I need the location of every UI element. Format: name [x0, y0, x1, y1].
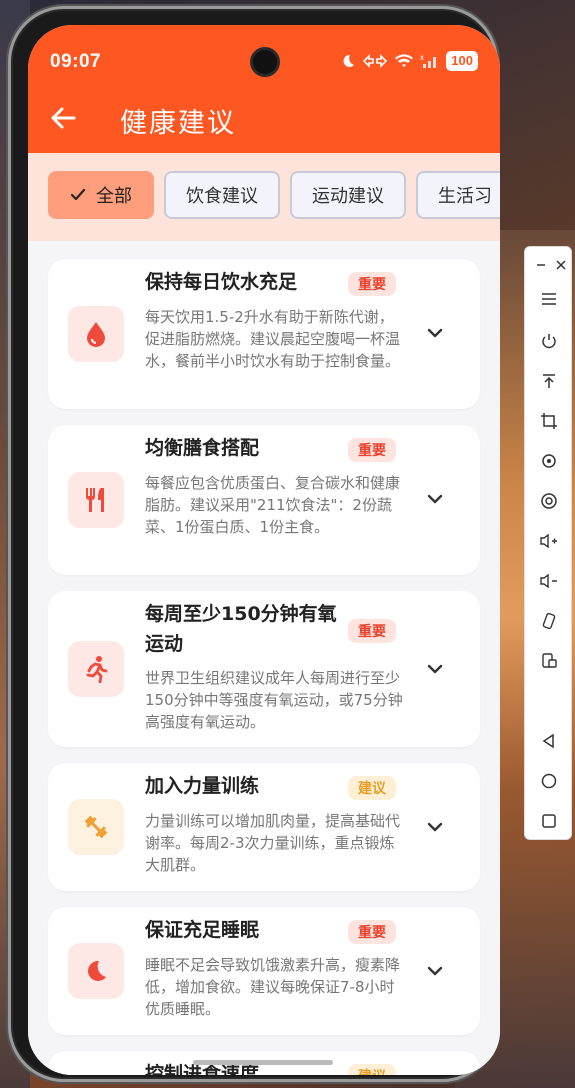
filter-tabs-bar: 全部 饮食建议 运动建议 生活习	[28, 153, 500, 241]
icon-box	[68, 641, 124, 697]
importance-badge: 建议	[348, 1064, 396, 1075]
volume-up-icon[interactable]	[537, 529, 561, 553]
importance-badge: 建议	[348, 776, 396, 800]
cell-signal-icon: x	[420, 53, 437, 68]
page-title: 健康建议	[120, 108, 236, 139]
overview-square-icon[interactable]	[537, 809, 561, 833]
importance-badge: 重要	[348, 920, 396, 944]
moon-icon	[88, 960, 106, 981]
icon-box	[68, 799, 124, 855]
card-description: 每餐应包含优质蛋白、复合碳水和健康脂肪。建议采用"211饮食法"：2份蔬菜、1份…	[145, 474, 401, 536]
data-arrows-icon	[363, 54, 388, 68]
card-description: 睡眠不足会导致饥饿激素升高，瘦素降低，增加食欲。建议每晚保证7-8小时优质睡眠。	[145, 956, 401, 1018]
app-header: 09:07 x 100 健康建议	[28, 25, 500, 153]
close-icon[interactable]	[549, 253, 573, 277]
advice-card-strength[interactable]: 加入力量训练 建议 力量训练可以增加肌肉量，提高基础代谢率。每周2-3次力量训练…	[48, 763, 480, 891]
card-title: 加入力量训练	[145, 775, 260, 797]
check-icon	[70, 188, 86, 201]
screenshot-icon[interactable]	[537, 649, 561, 673]
chevron-down-icon[interactable]	[424, 322, 446, 344]
icon-box	[68, 943, 124, 999]
back-triangle-icon[interactable]	[537, 729, 561, 753]
advice-card-balanced-diet[interactable]: 均衡膳食搭配 重要 每餐应包含优质蛋白、复合碳水和健康脂肪。建议采用"211饮食…	[48, 425, 480, 575]
power-icon[interactable]	[537, 329, 561, 353]
status-bar: 09:07 x 100	[28, 25, 500, 85]
crop-icon[interactable]	[537, 409, 561, 433]
volume-down-icon[interactable]	[537, 569, 561, 593]
card-title: 保证充足睡眠	[145, 919, 260, 941]
icon-box	[68, 472, 124, 528]
svg-text:x: x	[420, 53, 424, 62]
battery-indicator: 100	[446, 51, 478, 71]
card-description: 每天饮用1.5-2升水有助于新陈代谢，促进脂肪燃烧。建议晨起空腹喝一杯温水，餐前…	[145, 308, 401, 370]
advice-card-aerobic[interactable]: 每周至少150分钟有氧 运动 重要 世界卫生组织建议成年人每周进行至少150分钟中…	[48, 591, 480, 747]
advice-card-sleep[interactable]: 保证充足睡眠 重要 睡眠不足会导致饥饿激素升高，瘦素降低，增加食欲。建议每晚保证…	[48, 907, 480, 1035]
status-time: 09:07	[50, 51, 102, 72]
utensils-icon	[86, 488, 104, 512]
nav-bar: 健康建议	[28, 95, 500, 149]
card-description: 力量训练可以增加肌肉量，提高基础代谢率。每周2-3次力量训练，重点锻炼大肌群。	[145, 812, 401, 874]
tab-all[interactable]: 全部	[48, 171, 154, 219]
chevron-down-icon[interactable]	[424, 658, 446, 680]
importance-badge: 重要	[348, 272, 396, 296]
front-camera	[250, 47, 280, 77]
card-title-line2: 运动	[145, 633, 184, 655]
running-icon	[86, 656, 108, 683]
tab-label: 饮食建议	[186, 186, 258, 207]
card-description: 世界卫生组织建议成年人每周进行至少150分钟中等强度有氧运动，或75分钟高强度有…	[145, 669, 403, 731]
menu-icon[interactable]	[537, 287, 561, 311]
tab-diet[interactable]: 饮食建议	[164, 171, 280, 219]
dumbbell-icon	[84, 815, 108, 839]
icon-box	[68, 306, 124, 362]
record-icon[interactable]	[537, 489, 561, 513]
water-drop-icon	[87, 322, 105, 347]
status-icons: x 100	[340, 51, 478, 71]
chevron-down-icon[interactable]	[424, 960, 446, 982]
chevron-down-icon[interactable]	[424, 488, 446, 510]
moon-status-icon	[343, 54, 355, 67]
tab-lifestyle[interactable]: 生活习	[416, 171, 500, 219]
phone-frame: 09:07 x 100 健康建议 全部 饮食建议 运动建议 生活习 保持每日饮水…	[8, 6, 500, 1082]
home-indicator[interactable]	[193, 1060, 333, 1065]
app-screen: 09:07 x 100 健康建议 全部 饮食建议 运动建议 生活习 保持每日饮水…	[28, 25, 500, 1075]
tab-exercise[interactable]: 运动建议	[290, 171, 406, 219]
importance-badge: 重要	[348, 438, 396, 462]
pin-top-icon[interactable]	[537, 369, 561, 393]
shake-icon[interactable]	[537, 609, 561, 633]
home-circle-icon[interactable]	[537, 769, 561, 793]
importance-badge: 重要	[348, 619, 396, 643]
advice-card-hydration[interactable]: 保持每日饮水充足 重要 每天饮用1.5-2升水有助于新陈代谢，促进脂肪燃烧。建议…	[48, 259, 480, 409]
tab-label: 全部	[96, 186, 132, 207]
arrow-left-icon[interactable]	[48, 103, 78, 133]
card-title-line1: 每周至少150分钟有氧	[145, 603, 337, 625]
emulator-toolbar	[524, 246, 572, 840]
advice-list: 保持每日饮水充足 重要 每天饮用1.5-2升水有助于新陈代谢，促进脂肪燃烧。建议…	[28, 241, 500, 1075]
tab-label: 运动建议	[312, 186, 384, 207]
rotate-icon[interactable]	[537, 449, 561, 473]
chevron-down-icon[interactable]	[424, 816, 446, 838]
card-title: 均衡膳食搭配	[145, 437, 260, 459]
tab-label: 生活习	[438, 186, 492, 207]
wifi-icon	[395, 54, 414, 67]
card-title: 每周至少150分钟有氧 运动	[145, 599, 337, 659]
card-title: 保持每日饮水充足	[145, 271, 298, 293]
